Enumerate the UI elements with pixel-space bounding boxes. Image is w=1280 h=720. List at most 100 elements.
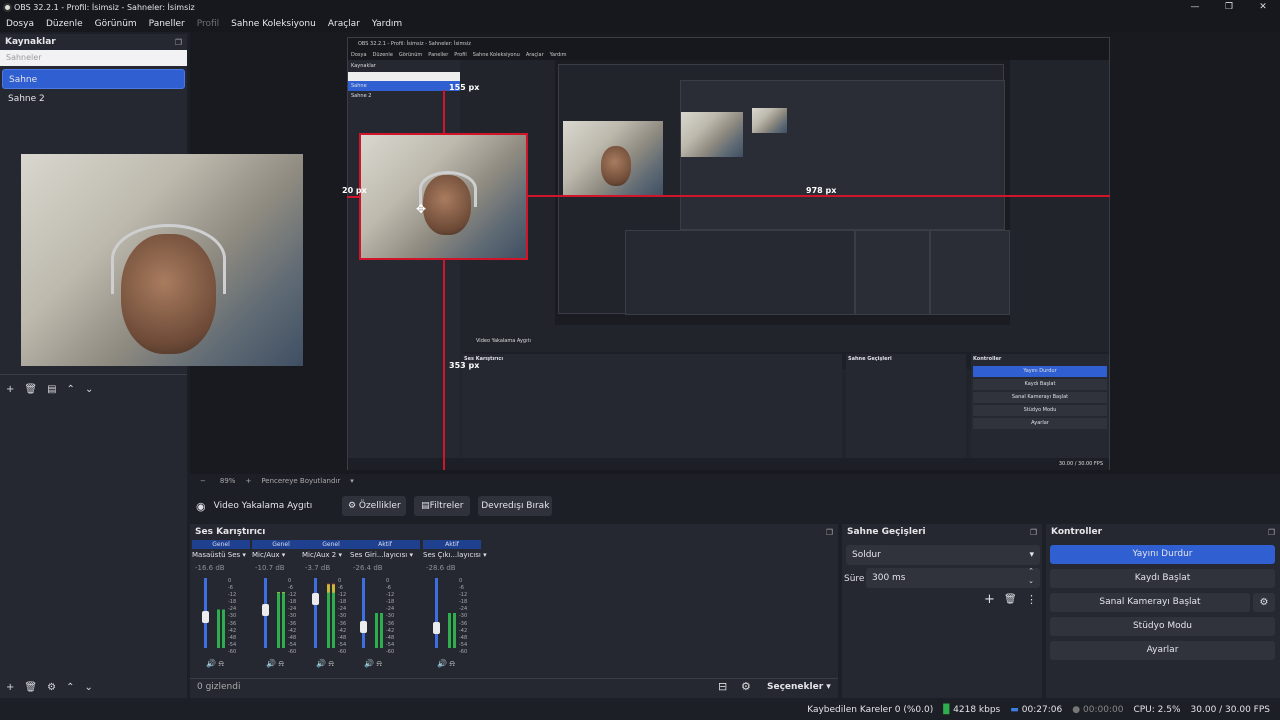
channel-name-label: Masaüstü Ses [192,551,241,559]
volume-fader[interactable] [362,578,365,648]
mute-speaker-icon[interactable]: 🔊 [266,659,276,668]
menu-paneller[interactable]: Paneller [149,19,185,29]
db-tick: 0 [459,578,463,584]
start-recording-button[interactable]: Kaydı Başlat [1050,569,1275,588]
virtual-camera-gear-icon[interactable]: ⚙ [1253,593,1275,612]
transition-select[interactable]: Soldur ▾ [846,545,1040,565]
move-up-icon[interactable]: ⌃ [67,384,75,395]
menu-araclar[interactable]: Araçlar [328,19,360,29]
zoom-in-icon[interactable]: + [245,477,251,485]
mixer-layout-icon[interactable]: ⊟ [718,680,727,693]
trash-icon[interactable]: 🗑 [24,384,37,395]
fader-handle[interactable] [360,621,367,633]
menu-dosya[interactable]: Dosya [6,19,34,29]
zoom-mode-chevron-icon[interactable]: ▾ [350,477,354,485]
filters-button[interactable]: ▤Filtreler [414,496,471,516]
nested-transitions: Sahne Geçişleri [846,354,966,460]
fader-handle[interactable] [262,603,269,616]
scene-item-sahne-2[interactable]: Sahne 2 [2,89,185,109]
mute-speaker-icon[interactable]: 🔊 [316,659,326,668]
transitions-float-icon[interactable]: ❐ [1030,528,1037,537]
channel-name[interactable]: Ses Çıkı...layıcısı ▾ [423,551,487,559]
db-tick: -60 [459,648,468,655]
guide-bottom [443,260,445,470]
menu-profil[interactable]: Profil [197,19,219,29]
channel-menu-chevron-icon[interactable]: ▾ [338,551,342,559]
db-tick: -48 [459,634,468,641]
scene-transitions-dock: Sahne Geçişleri ❐ Soldur ▾ Süre 300 ms ⌃… [842,524,1042,698]
duration-input[interactable]: 300 ms ⌃ ⌄ [866,566,1040,588]
channel-name-label: Ses Çıkı...layıcısı [423,551,481,559]
controls-float-icon[interactable]: ❐ [1268,528,1275,537]
add-transition-icon[interactable]: + [984,592,995,607]
mixer-options-label: Seçenekler [767,682,824,692]
mixer-options-button[interactable]: Seçenekler ▾ [767,682,831,692]
start-virtual-camera-button[interactable]: Sanal Kamerayı Başlat [1050,593,1250,612]
stop-stream-button[interactable]: Yayını Durdur [1050,545,1275,564]
remove-source-icon[interactable]: 🗑 [24,682,37,693]
scene-search-input[interactable]: Sahneler [0,50,187,66]
add-icon[interactable]: + [6,384,14,395]
db-tick: -36 [288,620,297,627]
source-settings-gear-icon[interactable]: ⚙ [47,682,56,693]
mixer-float-icon[interactable]: ❐ [826,528,833,537]
volume-fader[interactable] [435,578,438,648]
nested-menu-item: Düzenle [372,52,393,58]
filter-icon[interactable]: ▤ [47,384,56,395]
mute-speaker-icon[interactable]: 🔊 [206,659,216,668]
fader-handle[interactable] [312,593,319,605]
channel-menu-chevron-icon[interactable]: ▾ [282,551,286,559]
status-bar: Kaybedilen Kareler 0 (%0.0) ▉ 4218 kbps … [0,700,1280,720]
menu-duzenle[interactable]: Düzenle [46,19,83,29]
volume-fader[interactable] [314,578,317,648]
zoom-out-icon[interactable]: − [200,477,206,485]
settings-button[interactable]: Ayarlar [1050,641,1275,660]
studio-mode-button[interactable]: Stüdyo Modu [1050,617,1275,636]
db-tick: -48 [386,634,395,641]
fader-handle[interactable] [202,610,209,623]
scene-item-sahne[interactable]: Sahne [2,69,185,89]
add-source-icon[interactable]: + [6,682,14,693]
db-tick: -54 [386,641,395,648]
monitor-headphones-icon[interactable]: ⍾ [377,659,382,668]
mute-speaker-icon[interactable]: 🔊 [364,659,374,668]
deactivate-button[interactable]: Devredışı Bırak [478,496,553,516]
db-tick: -42 [386,627,395,634]
db-tick: -6 [459,585,464,592]
channel-menu-chevron-icon[interactable]: ▾ [242,551,246,559]
zoom-mode-select[interactable]: Pencereye Boyutlandır [261,477,340,485]
mixer-advanced-icon[interactable]: ⚙ [741,680,751,693]
channel-menu-chevron-icon[interactable]: ▾ [483,551,487,559]
record-icon: ● [1072,705,1081,715]
menu-yardim[interactable]: Yardım [372,19,402,29]
fader-handle[interactable] [433,622,440,635]
duration-stepper-icon[interactable]: ⌃ ⌄ [1028,566,1034,586]
menu-gorunum[interactable]: Görünüm [95,19,137,29]
measure-left-label: 20 px [342,186,367,195]
context-source-name: Video Yakalama Aygıtı [213,501,313,511]
source-down-icon[interactable]: ⌄ [84,682,92,693]
selected-source-webcam[interactable] [359,133,528,260]
monitor-headphones-icon[interactable]: ⍾ [329,659,334,668]
close-icon[interactable]: ✕ [1246,0,1280,15]
monitor-headphones-icon[interactable]: ⍾ [219,659,224,668]
menu-sahne-koleksiyonu[interactable]: Sahne Koleksiyonu [231,19,316,29]
channel-name[interactable]: Ses Giri...layıcısı ▾ [350,551,420,559]
nested-dock-title: Kaynaklar [351,63,376,69]
properties-button[interactable]: ⚙ Özellikler [342,496,407,516]
transition-menu-icon[interactable]: ⋮ [1026,593,1037,606]
mute-speaker-icon[interactable]: 🔊 [437,659,447,668]
move-down-icon[interactable]: ⌄ [85,384,93,395]
source-up-icon[interactable]: ⌃ [66,682,74,693]
window-title: OBS 32.2.1 - Profil: İsimsiz - Sahneler:… [14,3,195,12]
float-icon[interactable]: ❐ [175,38,182,47]
audio-mixer-dock: Ses Karıştırıcı ❐ Genel Masaüstü Ses ▾ -16… [190,524,838,698]
remove-transition-icon[interactable]: 🗑 [1004,594,1017,605]
nested-title: OBS 32.2.1 - Profil: İsimsiz - Sahneler:… [348,38,1109,50]
minimize-icon[interactable]: — [1178,0,1212,15]
channel-menu-chevron-icon[interactable]: ▾ [409,551,413,559]
maximize-icon[interactable]: ❐ [1212,0,1246,15]
channel-name[interactable]: Masaüstü Ses ▾ [192,551,250,559]
monitor-headphones-icon[interactable]: ⍾ [279,659,284,668]
monitor-headphones-icon[interactable]: ⍾ [450,659,455,668]
